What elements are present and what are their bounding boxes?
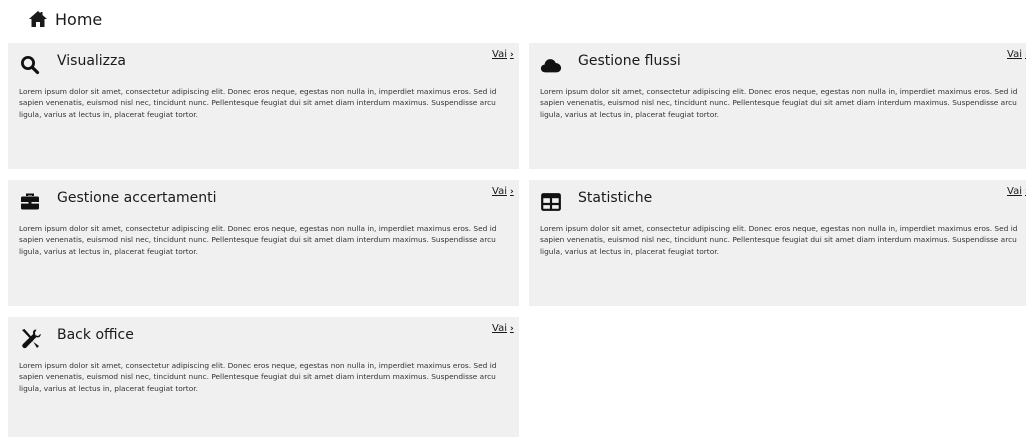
card-title: Statistiche (578, 190, 653, 206)
vai-link-label: Vai (492, 186, 507, 197)
card-title: Back office (57, 327, 134, 343)
vai-link-label: Vai (1007, 49, 1022, 60)
card-gestione-accertamenti: Gestione accertamenti Vai › Lorem ipsum … (8, 180, 519, 306)
card-description: Lorem ipsum dolor sit amet, consectetur … (19, 224, 497, 256)
vai-link-label: Vai (1007, 186, 1022, 197)
tools-icon (19, 328, 41, 350)
card-statistiche: Statistiche Vai › Lorem ipsum dolor sit … (529, 180, 1026, 306)
chevron-right-icon: › (509, 186, 514, 197)
table-icon (540, 191, 562, 213)
card-title: Visualizza (57, 53, 126, 69)
vai-link[interactable]: Vai › (492, 186, 514, 197)
card-title: Gestione accertamenti (57, 190, 217, 206)
search-icon (19, 54, 41, 76)
home-icon[interactable] (28, 10, 48, 28)
card-back-office: Back office Vai › Lorem ipsum dolor sit … (8, 317, 519, 437)
chevron-right-icon: › (509, 323, 514, 334)
vai-link[interactable]: Vai › (492, 49, 514, 60)
card-description: Lorem ipsum dolor sit amet, consectetur … (19, 87, 497, 119)
cloud-icon (540, 54, 562, 76)
chevron-right-icon: › (509, 49, 514, 60)
vai-link[interactable]: Vai › (1007, 49, 1026, 60)
vai-link[interactable]: Vai › (1007, 186, 1026, 197)
home-link[interactable]: Home (55, 10, 102, 29)
page: Home Visualizza Vai › Lorem ipsum dolor … (0, 0, 1026, 437)
vai-link-label: Vai (492, 323, 507, 334)
card-description: Lorem ipsum dolor sit amet, consectetur … (19, 361, 497, 393)
briefcase-icon (19, 191, 41, 213)
vai-link-label: Vai (492, 49, 507, 60)
card-gestione-flussi: Gestione flussi Vai › Lorem ipsum dolor … (529, 43, 1026, 169)
card-visualizza: Visualizza Vai › Lorem ipsum dolor sit a… (8, 43, 519, 169)
card-description: Lorem ipsum dolor sit amet, consectetur … (540, 224, 1018, 256)
vai-link[interactable]: Vai › (492, 323, 514, 334)
breadcrumb: Home (28, 6, 102, 32)
card-title: Gestione flussi (578, 53, 681, 69)
card-description: Lorem ipsum dolor sit amet, consectetur … (540, 87, 1018, 119)
